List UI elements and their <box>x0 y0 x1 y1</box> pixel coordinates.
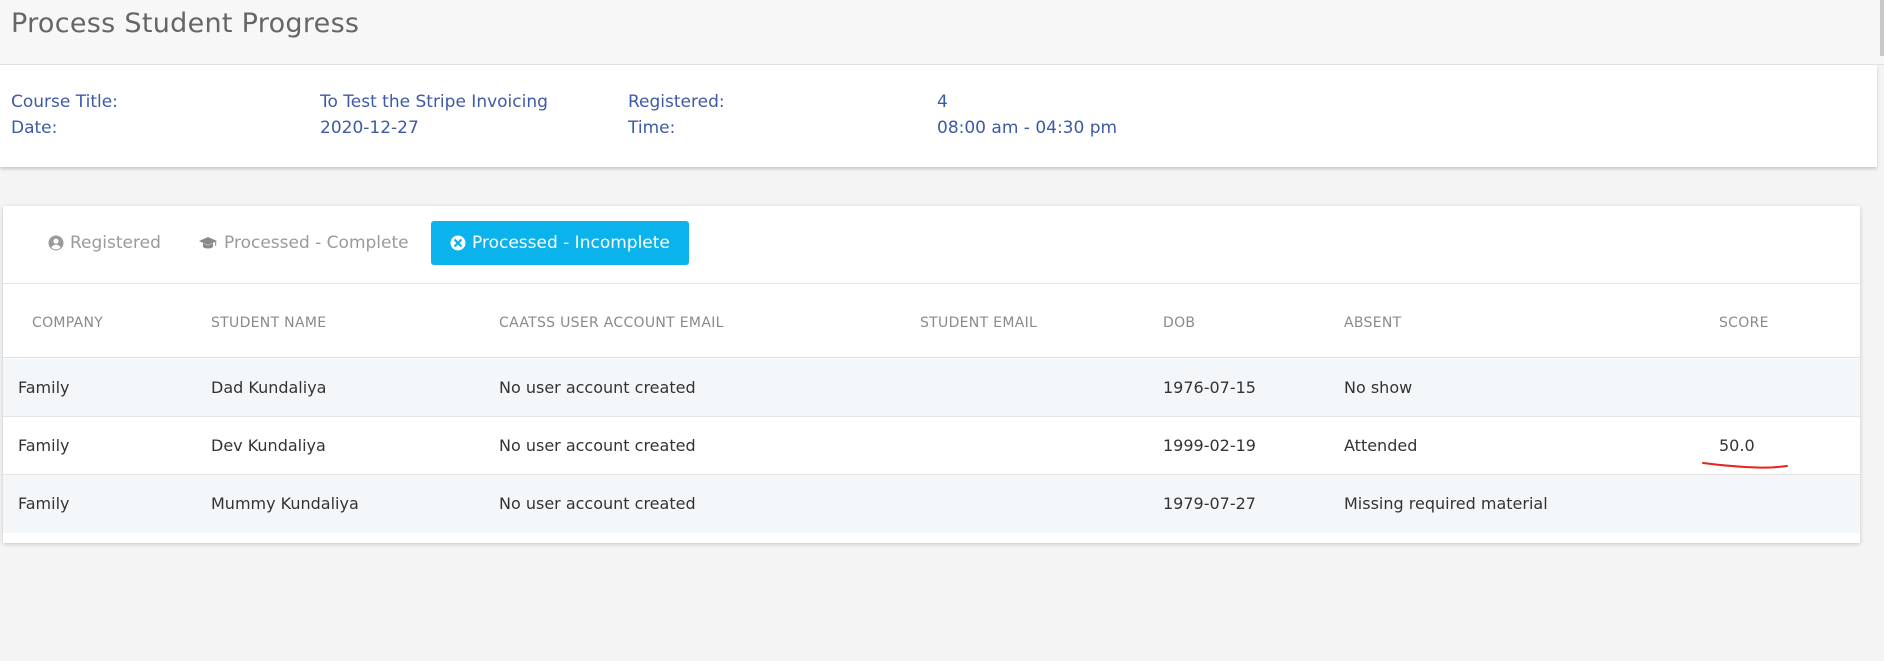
column-header-caatss-email[interactable]: CAATSS USER ACCOUNT EMAIL <box>499 315 724 331</box>
cell-score: 50.0 <box>1719 436 1755 455</box>
column-header-absent[interactable]: ABSENT <box>1344 315 1402 331</box>
times-circle-icon <box>450 235 466 251</box>
page-title: Process Student Progress <box>11 8 360 39</box>
cell-company: Family <box>18 494 70 513</box>
registered-value: 4 <box>937 92 948 112</box>
tab-processed-complete-label: Processed - Complete <box>224 233 409 253</box>
time-value: 08:00 am - 04:30 pm <box>937 118 1118 138</box>
registered-label: Registered: <box>628 92 725 112</box>
cell-absent: No show <box>1344 378 1413 397</box>
red-underline-annotation <box>1702 462 1788 469</box>
table-row[interactable]: Family Mummy Kundaliya No user account c… <box>3 475 1860 533</box>
cell-dob: 1979-07-27 <box>1163 494 1256 513</box>
cell-absent: Attended <box>1344 436 1418 455</box>
time-label: Time: <box>628 118 676 138</box>
cell-caatss-email: No user account created <box>499 494 696 513</box>
tab-processed-incomplete-label: Processed - Incomplete <box>472 233 670 253</box>
graduation-cap-icon <box>199 237 217 249</box>
course-info-card: Course Title: To Test the Stripe Invoici… <box>0 65 1877 167</box>
cell-company: Family <box>18 436 70 455</box>
tab-registered[interactable]: Registered <box>39 221 170 265</box>
table-row[interactable]: Family Dad Kundaliya No user account cre… <box>3 359 1860 417</box>
vertical-scrollbar[interactable] <box>1880 0 1884 56</box>
cell-dob: 1976-07-15 <box>1163 378 1256 397</box>
course-title-value: To Test the Stripe Invoicing <box>320 92 548 112</box>
course-title-label: Course Title: <box>11 92 118 112</box>
cell-caatss-email: No user account created <box>499 436 696 455</box>
tab-bar: Registered Processed - Complete Processe… <box>3 206 1860 284</box>
student-progress-panel: Registered Processed - Complete Processe… <box>3 206 1860 543</box>
cell-student-name: Dev Kundaliya <box>211 436 326 455</box>
tab-processed-complete[interactable]: Processed - Complete <box>189 221 418 265</box>
cell-absent: Missing required material <box>1344 494 1548 513</box>
cell-caatss-email: No user account created <box>499 378 696 397</box>
column-header-score[interactable]: SCORE <box>1719 315 1769 331</box>
table-row[interactable]: Family Dev Kundaliya No user account cre… <box>3 417 1860 475</box>
column-header-dob[interactable]: DOB <box>1163 315 1195 331</box>
table-header: COMPANY STUDENT NAME CAATSS USER ACCOUNT… <box>3 285 1860 358</box>
date-value: 2020-12-27 <box>320 118 419 138</box>
cell-student-name: Dad Kundaliya <box>211 378 327 397</box>
date-label: Date: <box>11 118 58 138</box>
user-circle-icon <box>48 235 64 251</box>
tab-processed-incomplete[interactable]: Processed - Incomplete <box>431 221 689 265</box>
cell-company: Family <box>18 378 70 397</box>
cell-dob: 1999-02-19 <box>1163 436 1256 455</box>
column-header-student-name[interactable]: STUDENT NAME <box>211 315 326 331</box>
column-header-student-email[interactable]: STUDENT EMAIL <box>920 315 1037 331</box>
tab-registered-label: Registered <box>70 233 161 253</box>
cell-student-name: Mummy Kundaliya <box>211 494 359 513</box>
column-header-company[interactable]: COMPANY <box>32 315 103 331</box>
page-header: Process Student Progress <box>0 0 1884 65</box>
